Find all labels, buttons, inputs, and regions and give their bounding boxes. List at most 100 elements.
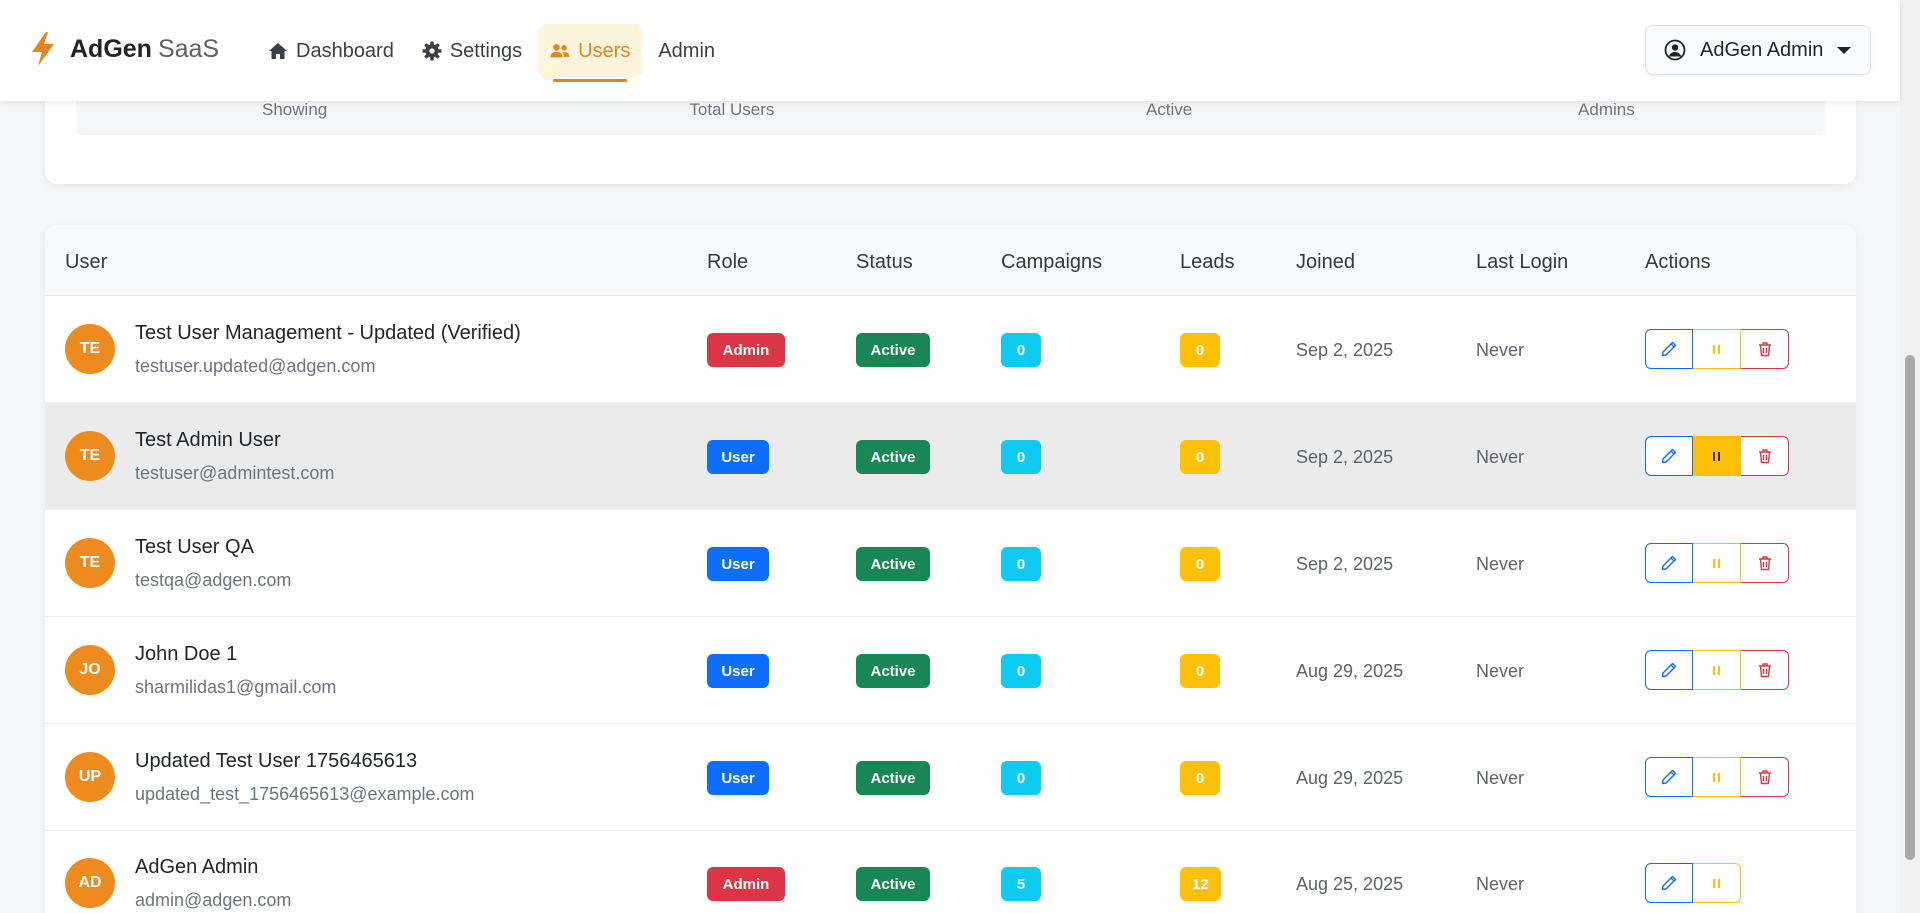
header-user[interactable]: User — [65, 251, 107, 274]
pencil-icon — [1661, 769, 1677, 785]
pencil-icon — [1661, 555, 1677, 571]
user-email: updated_test_1756465613@example.com — [135, 784, 475, 804]
avatar: TE — [65, 538, 115, 588]
leads-count-badge: 0 — [1180, 333, 1220, 367]
header-last-login[interactable]: Last Login — [1476, 251, 1568, 274]
user-menu-label: AdGen Admin — [1700, 38, 1824, 61]
joined-date: Aug 29, 2025 — [1296, 768, 1404, 788]
suspend-user-button[interactable] — [1693, 436, 1741, 476]
header-status[interactable]: Status — [856, 251, 913, 274]
row-actions — [1645, 436, 1789, 476]
user-name: Test User QA — [135, 536, 254, 558]
edit-user-button[interactable] — [1645, 329, 1693, 369]
status-badge: Active — [856, 761, 930, 795]
header-campaigns[interactable]: Campaigns — [1001, 251, 1102, 274]
row-actions — [1645, 757, 1789, 797]
last-login: Never — [1476, 554, 1525, 574]
last-login: Never — [1476, 661, 1525, 681]
table-row: UP Updated Test User 1756465613 updated_te… — [45, 724, 1856, 831]
pause-icon — [1713, 878, 1720, 888]
status-badge: Active — [856, 440, 930, 474]
leads-count-badge: 0 — [1180, 654, 1220, 688]
table-row: TE Test Admin User testuser@admintest.com U… — [45, 403, 1856, 510]
leads-count-badge: 0 — [1180, 547, 1220, 581]
suspend-user-button[interactable] — [1693, 863, 1741, 903]
nav-dashboard[interactable]: Dashboard — [256, 24, 406, 78]
pause-icon — [1713, 558, 1720, 568]
trash-icon — [1758, 770, 1771, 785]
campaigns-count-badge: 0 — [1001, 547, 1041, 581]
page-scrollbar[interactable] — [1900, 0, 1920, 913]
delete-user-button[interactable] — [1741, 329, 1789, 369]
pause-icon — [1713, 451, 1720, 461]
pause-icon — [1713, 665, 1720, 675]
nav-dashboard-label: Dashboard — [296, 39, 394, 62]
trash-icon — [1758, 342, 1771, 357]
table-header: User Role Status Campaigns Leads Joined … — [45, 225, 1856, 296]
suspend-user-button[interactable] — [1693, 650, 1741, 690]
delete-user-button[interactable] — [1741, 543, 1789, 583]
avatar: TE — [65, 431, 115, 481]
joined-date: Sep 2, 2025 — [1296, 447, 1394, 467]
nav-admin[interactable]: Admin — [646, 24, 727, 78]
leads-count-badge: 12 — [1180, 867, 1221, 901]
pencil-icon — [1661, 341, 1677, 357]
edit-user-button[interactable] — [1645, 863, 1693, 903]
row-actions — [1645, 543, 1789, 583]
row-actions — [1645, 650, 1789, 690]
avatar: JO — [65, 645, 115, 695]
main-nav: Dashboard Settings Users Admin — [256, 24, 731, 82]
suspend-user-button[interactable] — [1693, 329, 1741, 369]
suspend-user-button[interactable] — [1693, 757, 1741, 797]
table-row: TE Test User QA testqa@adgen.com User Active… — [45, 510, 1856, 617]
caret-down-icon — [1837, 46, 1852, 54]
pencil-icon — [1661, 448, 1677, 464]
brand-name: AdGen — [70, 34, 152, 63]
header-joined[interactable]: Joined — [1296, 251, 1355, 274]
home-icon — [269, 43, 287, 59]
role-badge: Admin — [707, 333, 785, 367]
user-name: Updated Test User 1756465613 — [135, 750, 418, 772]
suspend-user-button[interactable] — [1693, 543, 1741, 583]
row-actions — [1645, 329, 1789, 369]
nav-users[interactable]: Users — [538, 24, 643, 82]
joined-date: Aug 25, 2025 — [1296, 874, 1404, 894]
table-row: AD AdGen Admin admin@adgen.com Admin Active 5… — [45, 830, 1856, 913]
header-leads[interactable]: Leads — [1180, 251, 1235, 274]
delete-user-button[interactable] — [1741, 436, 1789, 476]
role-badge: User — [707, 654, 769, 688]
edit-user-button[interactable] — [1645, 543, 1693, 583]
scrollbar-thumb[interactable] — [1905, 355, 1915, 860]
avatar: UP — [65, 752, 115, 802]
brand-suffix: SaaS — [157, 34, 220, 63]
header-actions: Actions — [1645, 251, 1711, 273]
edit-user-button[interactable] — [1645, 757, 1693, 797]
joined-date: Sep 2, 2025 — [1296, 554, 1394, 574]
edit-user-button[interactable] — [1645, 650, 1693, 690]
campaigns-count-badge: 5 — [1001, 867, 1041, 901]
users-table: User Role Status Campaigns Leads Joined … — [45, 225, 1856, 913]
gear-icon — [422, 41, 442, 61]
avatar: TE — [65, 324, 115, 374]
edit-user-button[interactable] — [1645, 436, 1693, 476]
delete-user-button[interactable] — [1741, 650, 1789, 690]
role-badge: User — [707, 440, 769, 474]
header-role[interactable]: Role — [707, 251, 748, 274]
last-login: Never — [1476, 340, 1525, 360]
trash-icon — [1758, 663, 1771, 678]
user-circle-icon — [1664, 39, 1686, 61]
table-row: TE Test User Management - Updated (Verifi… — [45, 296, 1856, 403]
trash-icon — [1758, 449, 1771, 464]
brand-logo[interactable]: AdGen SaaS — [30, 32, 219, 66]
avatar: AD — [65, 858, 115, 908]
delete-user-button[interactable] — [1741, 757, 1789, 797]
campaigns-count-badge: 0 — [1001, 440, 1041, 474]
nav-settings[interactable]: Settings — [410, 24, 534, 78]
nav-admin-label: Admin — [658, 39, 716, 62]
campaigns-count-badge: 0 — [1001, 761, 1041, 795]
bolt-icon — [32, 32, 54, 66]
campaigns-count-badge: 0 — [1001, 333, 1041, 367]
table-row: JO John Doe 1 sharmilidas1@gmail.com User Ac… — [45, 617, 1856, 724]
last-login: Never — [1476, 768, 1525, 788]
user-menu-dropdown[interactable]: AdGen Admin — [1645, 25, 1871, 75]
